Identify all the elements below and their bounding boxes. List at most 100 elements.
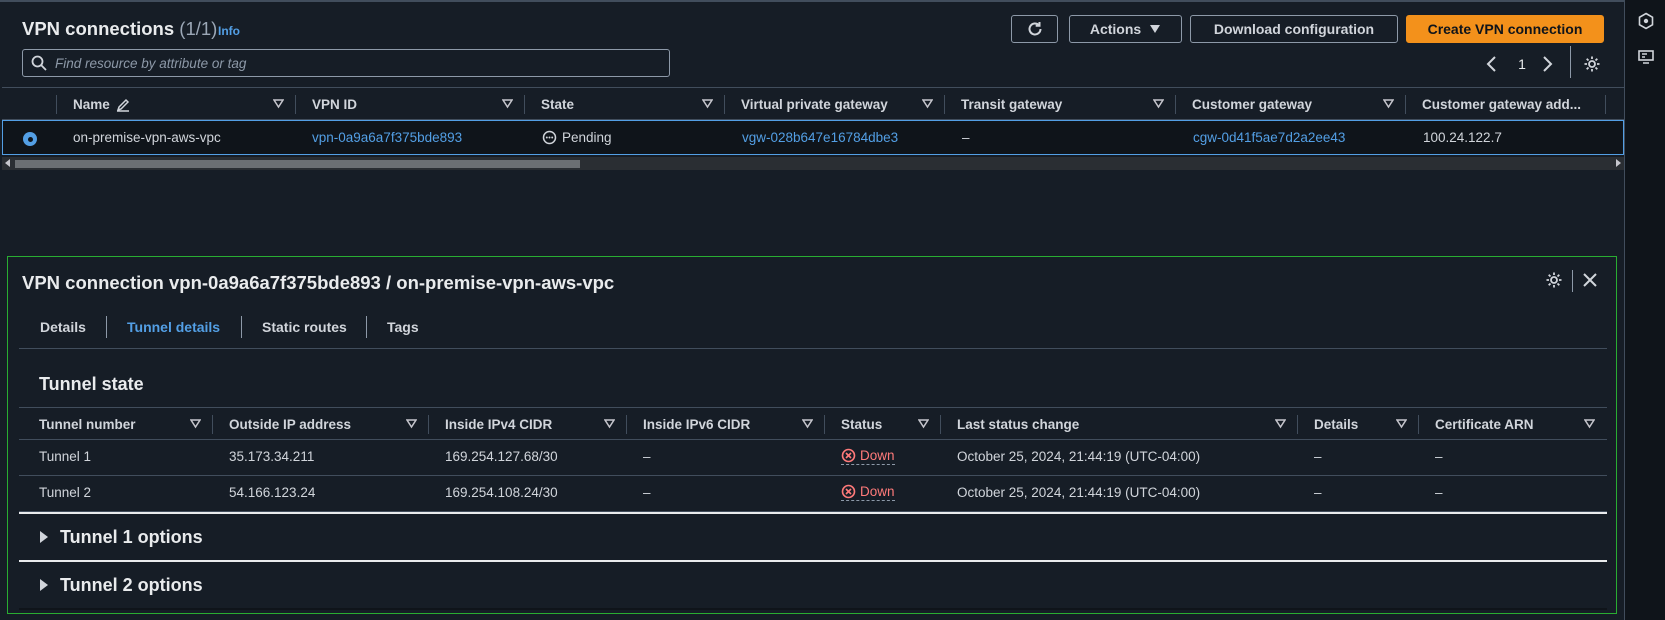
horizontal-scrollbar[interactable] bbox=[2, 157, 1624, 170]
sort-caret-icon bbox=[406, 419, 417, 429]
refresh-icon bbox=[1028, 22, 1041, 36]
previous-page-button[interactable] bbox=[1486, 52, 1498, 76]
inside-ipv4-cell: 169.254.108.24/30 bbox=[445, 485, 558, 500]
rail-button[interactable] bbox=[1636, 47, 1656, 67]
sort-caret-icon bbox=[918, 419, 929, 429]
vpn-connections-table: Name VPN ID State Virtual private gatewa… bbox=[2, 87, 1624, 155]
scroll-left-icon[interactable] bbox=[5, 159, 10, 167]
table-header: Tunnel number Outside IP address Inside … bbox=[19, 407, 1607, 440]
gear-icon bbox=[1584, 56, 1600, 72]
expander-label: Tunnel 2 options bbox=[60, 574, 203, 595]
column-header-virtual-private-gateway[interactable]: Virtual private gateway bbox=[725, 88, 945, 121]
sort-caret-icon bbox=[1153, 99, 1164, 109]
caret-right-icon bbox=[40, 579, 48, 591]
column-header-name[interactable]: Name bbox=[57, 88, 296, 121]
next-page-button[interactable] bbox=[1541, 52, 1553, 76]
pager-divider bbox=[1570, 46, 1571, 78]
inside-ipv4-cell: 169.254.127.68/30 bbox=[445, 449, 558, 464]
sort-caret-icon bbox=[1275, 419, 1286, 429]
search-input[interactable] bbox=[55, 55, 655, 71]
select-column-header bbox=[2, 88, 57, 121]
tunnel-state-container: Tunnel state Tunnel number Outside IP ad… bbox=[19, 360, 1607, 610]
cgw-link[interactable]: cgw-0d41f5ae7d2a2ee43 bbox=[1193, 121, 1345, 154]
status-badge[interactable]: Down bbox=[841, 448, 895, 465]
tab-static-routes[interactable]: Static routes bbox=[262, 312, 347, 342]
expander-label: Tunnel 1 options bbox=[60, 526, 203, 547]
error-circle-icon bbox=[841, 448, 856, 463]
sort-caret-icon bbox=[1383, 99, 1394, 109]
split-panel-tabs: Details Tunnel details Static routes Tag… bbox=[19, 312, 1607, 349]
inside-ipv6-cell: – bbox=[643, 485, 651, 500]
create-vpn-connection-button[interactable]: Create VPN connection bbox=[1406, 15, 1604, 43]
cgw-address-cell: 100.24.122.7 bbox=[1423, 130, 1502, 145]
sort-caret-icon bbox=[702, 99, 713, 109]
sort-caret-icon bbox=[802, 419, 813, 429]
tab-tags[interactable]: Tags bbox=[387, 312, 419, 342]
page-number[interactable]: 1 bbox=[1517, 52, 1527, 76]
sort-caret-icon bbox=[922, 99, 933, 109]
info-link[interactable]: Info bbox=[218, 24, 240, 38]
refresh-button[interactable] bbox=[1011, 15, 1058, 43]
outside-ip-cell: 35.173.34.211 bbox=[229, 449, 315, 464]
column-header-details[interactable]: Details bbox=[1298, 408, 1419, 441]
scroll-right-icon[interactable] bbox=[1616, 159, 1621, 167]
column-header-tunnel-number[interactable]: Tunnel number bbox=[19, 408, 213, 441]
hexagon-icon bbox=[1638, 12, 1654, 30]
sort-caret-icon bbox=[1396, 419, 1407, 429]
vpn-name-cell: on-premise-vpn-aws-vpc bbox=[73, 130, 221, 145]
table-row: Tunnel 1 35.173.34.211 169.254.127.68/30… bbox=[19, 440, 1607, 476]
sort-caret-icon bbox=[604, 419, 615, 429]
split-panel-preferences-button[interactable] bbox=[1545, 271, 1563, 289]
sort-caret-icon bbox=[273, 99, 284, 109]
vpn-connections-panel: VPN connections (1/1) Info Actions Downl… bbox=[0, 0, 1624, 170]
table-header: Name VPN ID State Virtual private gatewa… bbox=[2, 87, 1624, 120]
column-label: Customer gateway add... bbox=[1422, 97, 1582, 112]
tab-tunnel-details[interactable]: Tunnel details bbox=[127, 312, 220, 342]
sort-caret-icon bbox=[502, 99, 513, 109]
search-icon bbox=[31, 55, 47, 71]
last-status-change-cell: October 25, 2024, 21:44:19 (UTC-04:00) bbox=[957, 485, 1201, 500]
column-header-certificate-arn[interactable]: Certificate ARN bbox=[1419, 408, 1607, 441]
close-icon bbox=[1583, 273, 1597, 287]
column-header-outside-ip[interactable]: Outside IP address bbox=[213, 408, 429, 441]
vpn-id-link[interactable]: vpn-0a9a6a7f375bde893 bbox=[312, 121, 462, 154]
status-cell[interactable]: Down bbox=[841, 476, 895, 509]
column-header-customer-gateway[interactable]: Customer gateway bbox=[1176, 88, 1406, 121]
column-header-transit-gateway[interactable]: Transit gateway bbox=[945, 88, 1176, 121]
page-title: VPN connections (1/1) bbox=[22, 18, 217, 40]
tunnel-1-options-expander[interactable]: Tunnel 1 options bbox=[19, 512, 1607, 560]
tab-separator bbox=[366, 316, 367, 338]
details-cell: – bbox=[1314, 449, 1322, 464]
column-header-customer-gateway-address[interactable]: Customer gateway add... bbox=[1406, 88, 1606, 121]
column-header-inside-ipv4[interactable]: Inside IPv4 CIDR bbox=[429, 408, 627, 441]
column-label: Last status change bbox=[957, 417, 1080, 432]
status-cell[interactable]: Down bbox=[841, 440, 895, 473]
actions-button[interactable]: Actions bbox=[1069, 15, 1182, 43]
state-cell: Pending bbox=[542, 121, 612, 154]
column-header-status[interactable]: Status bbox=[825, 408, 941, 441]
column-header-last-status-change[interactable]: Last status change bbox=[941, 408, 1298, 441]
connection-count: (1/1) bbox=[179, 18, 218, 39]
tunnel-2-options-expander[interactable]: Tunnel 2 options bbox=[19, 560, 1607, 608]
table-row[interactable]: on-premise-vpn-aws-vpc vpn-0a9a6a7f375bd… bbox=[2, 120, 1624, 155]
column-header-state[interactable]: State bbox=[525, 88, 725, 121]
vgw-link[interactable]: vgw-028b647e16784dbe3 bbox=[742, 121, 898, 154]
search-field[interactable] bbox=[22, 49, 670, 77]
status-badge[interactable]: Down bbox=[841, 484, 895, 501]
column-label: Inside IPv6 CIDR bbox=[643, 417, 751, 432]
monitor-icon bbox=[1638, 50, 1654, 64]
scrollbar-thumb[interactable] bbox=[15, 160, 580, 168]
column-label: Tunnel number bbox=[39, 417, 136, 432]
download-configuration-button[interactable]: Download configuration bbox=[1190, 15, 1398, 43]
split-panel-close-button[interactable] bbox=[1581, 271, 1599, 289]
right-tools-rail bbox=[1624, 0, 1665, 620]
tab-details[interactable]: Details bbox=[40, 312, 86, 342]
table-preferences-button[interactable] bbox=[1583, 52, 1601, 76]
pending-icon bbox=[542, 130, 557, 145]
split-panel-title: VPN connection vpn-0a9a6a7f375bde893 / o… bbox=[22, 272, 615, 293]
row-select-radio[interactable] bbox=[23, 132, 37, 146]
column-header-vpn-id[interactable]: VPN ID bbox=[296, 88, 525, 121]
rail-button[interactable] bbox=[1636, 11, 1656, 31]
column-header-inside-ipv6[interactable]: Inside IPv6 CIDR bbox=[627, 408, 825, 441]
column-label: VPN ID bbox=[312, 97, 358, 112]
